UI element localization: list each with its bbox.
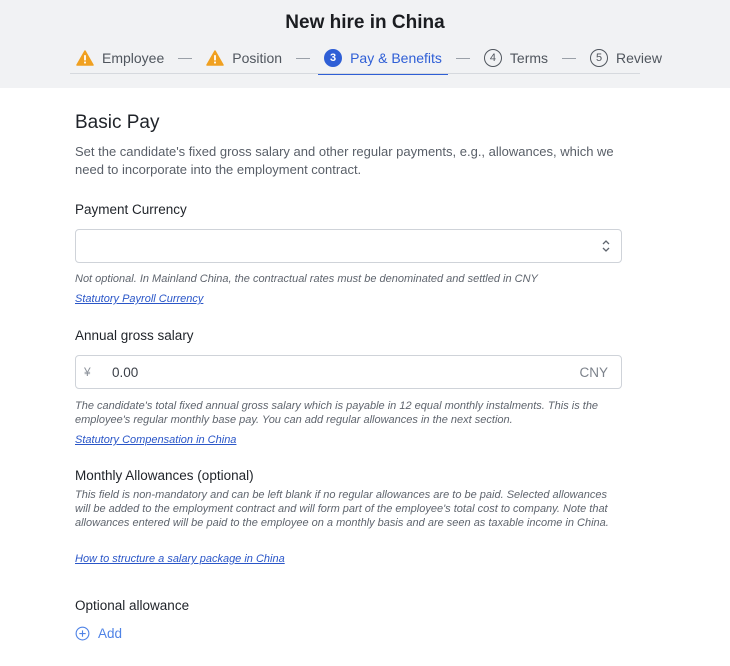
stepper: Employee Position 3 Pay & Benefits 4 Ter…: [70, 42, 668, 75]
section-description: Set the candidate's fixed gross salary a…: [75, 144, 614, 177]
step-label: Employee: [102, 50, 165, 66]
step-separator: [562, 57, 577, 59]
plus-circle-icon: [75, 626, 90, 641]
payment-currency-select[interactable]: [75, 229, 622, 263]
annual-salary-value: 0.00: [112, 365, 139, 380]
step-label: Position: [232, 50, 283, 66]
statutory-compensation-link[interactable]: Statutory Compensation in China: [75, 434, 236, 446]
payment-currency-label: Payment Currency: [75, 202, 187, 217]
step-terms[interactable]: 4 Terms: [478, 42, 554, 74]
step-number: 5: [590, 49, 609, 67]
monthly-allowances-help: This field is non-mandatory and can be l…: [75, 489, 609, 529]
step-position[interactable]: Position: [200, 42, 288, 74]
annual-salary-label: Annual gross salary: [75, 328, 194, 343]
currency-suffix: CNY: [579, 365, 608, 380]
annual-salary-input[interactable]: ¥ 0.00 CNY: [75, 355, 622, 389]
warning-icon: [206, 50, 225, 66]
annual-salary-help: The candidate's total fixed annual gross…: [75, 400, 599, 426]
step-review[interactable]: 5 Review: [584, 42, 668, 74]
warning-icon: [76, 50, 94, 66]
yuan-symbol: ¥: [84, 365, 91, 379]
header: New hire in China Employee Position 3 Pa…: [0, 0, 730, 88]
step-label: Pay & Benefits: [350, 50, 442, 66]
basic-pay-form: Basic Pay Set the candidate's fixed gros…: [75, 110, 622, 641]
section-title: Basic Pay: [75, 112, 160, 133]
step-number: 3: [324, 49, 343, 67]
add-label: Add: [98, 626, 123, 641]
salary-package-link[interactable]: How to structure a salary package in Chi…: [75, 553, 285, 565]
add-allowance-button[interactable]: Add: [75, 626, 122, 641]
payment-currency-help: Not optional. In Mainland China, the con…: [75, 273, 538, 285]
stepper-divider: [70, 73, 640, 74]
monthly-allowances-label: Monthly Allowances (optional): [75, 468, 254, 483]
step-label: Review: [616, 50, 662, 66]
statutory-payroll-currency-link[interactable]: Statutory Payroll Currency: [75, 293, 203, 305]
step-separator: [455, 57, 470, 59]
step-employee[interactable]: Employee: [70, 42, 170, 74]
chevron-up-down-icon: [602, 240, 610, 252]
step-separator: [296, 57, 311, 59]
step-pay-benefits[interactable]: 3 Pay & Benefits: [318, 42, 448, 75]
optional-allowance-label: Optional allowance: [75, 598, 190, 613]
page-title: New hire in China: [285, 12, 445, 33]
step-number: 4: [483, 49, 502, 67]
step-label: Terms: [509, 50, 549, 66]
step-separator: [178, 57, 193, 59]
